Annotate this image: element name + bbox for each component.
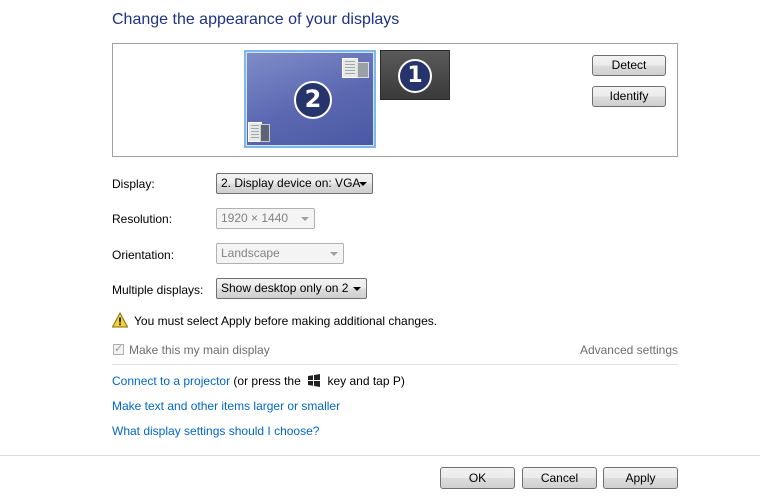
main-display-label: Make this my main display xyxy=(129,343,270,357)
chevron-down-icon xyxy=(359,182,367,186)
monitor-2-thumbnail[interactable]: 2 xyxy=(244,50,376,148)
projector-hint-text-end: key and tap P) xyxy=(327,374,405,389)
multiple-displays-dropdown-value: Show desktop only on 2 xyxy=(221,281,349,295)
orientation-label: Orientation: xyxy=(112,248,175,262)
display-help-link[interactable]: What display settings should I choose? xyxy=(112,424,319,438)
text-size-link[interactable]: Make text and other items larger or smal… xyxy=(112,399,340,413)
mini-window-icon xyxy=(260,124,270,142)
display-dropdown[interactable]: 2. Display device on: VGA xyxy=(216,173,373,194)
section-divider xyxy=(112,364,678,365)
display-label: Display: xyxy=(112,177,155,191)
projector-hint-text: (or press the xyxy=(233,374,301,389)
detect-button[interactable]: Detect xyxy=(592,55,666,76)
mini-window-icon xyxy=(342,58,358,78)
advanced-settings-link[interactable]: Advanced settings xyxy=(580,343,678,357)
display-dropdown-value: 2. Display device on: VGA xyxy=(221,176,361,190)
apply-button[interactable]: Apply xyxy=(603,467,678,489)
cancel-button[interactable]: Cancel xyxy=(522,467,597,489)
mini-window-icon xyxy=(357,62,369,78)
warning-icon xyxy=(111,311,129,328)
monitor-1-number: 1 xyxy=(398,59,432,93)
identify-button[interactable]: Identify xyxy=(592,86,666,107)
multiple-displays-dropdown[interactable]: Show desktop only on 2 xyxy=(216,278,367,299)
footer-divider xyxy=(0,455,760,456)
page-title: Change the appearance of your displays xyxy=(112,11,400,28)
chevron-down-icon xyxy=(353,287,361,291)
warning-text: You must select Apply before making addi… xyxy=(134,314,438,328)
resolution-label: Resolution: xyxy=(112,212,173,226)
monitor-1-thumbnail[interactable]: 1 xyxy=(380,50,450,100)
orientation-dropdown: Landscape xyxy=(216,243,344,264)
resolution-dropdown: 1920 × 1440 xyxy=(216,208,315,229)
ok-button[interactable]: OK xyxy=(440,467,515,489)
chevron-down-icon xyxy=(330,252,338,256)
main-display-checkbox xyxy=(113,342,124,355)
multiple-displays-label: Multiple displays: xyxy=(112,283,204,297)
monitor-2-number: 2 xyxy=(294,81,332,119)
projector-row: Connect to a projector (or press the key… xyxy=(112,374,405,390)
chevron-down-icon xyxy=(301,217,309,221)
windows-logo-icon xyxy=(307,374,321,390)
resolution-dropdown-value: 1920 × 1440 xyxy=(221,211,289,225)
orientation-dropdown-value: Landscape xyxy=(221,246,280,260)
connect-projector-link[interactable]: Connect to a projector xyxy=(112,374,230,388)
